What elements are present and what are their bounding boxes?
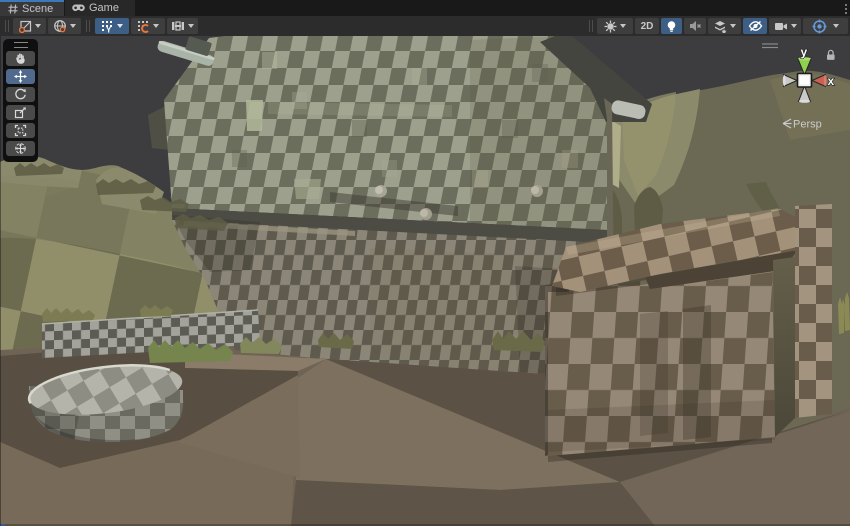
svg-text:Y: Y: [106, 25, 112, 33]
svg-text:x: x: [828, 74, 835, 88]
svg-text:Persp: Persp: [793, 119, 822, 131]
svg-text:y: y: [801, 45, 808, 59]
